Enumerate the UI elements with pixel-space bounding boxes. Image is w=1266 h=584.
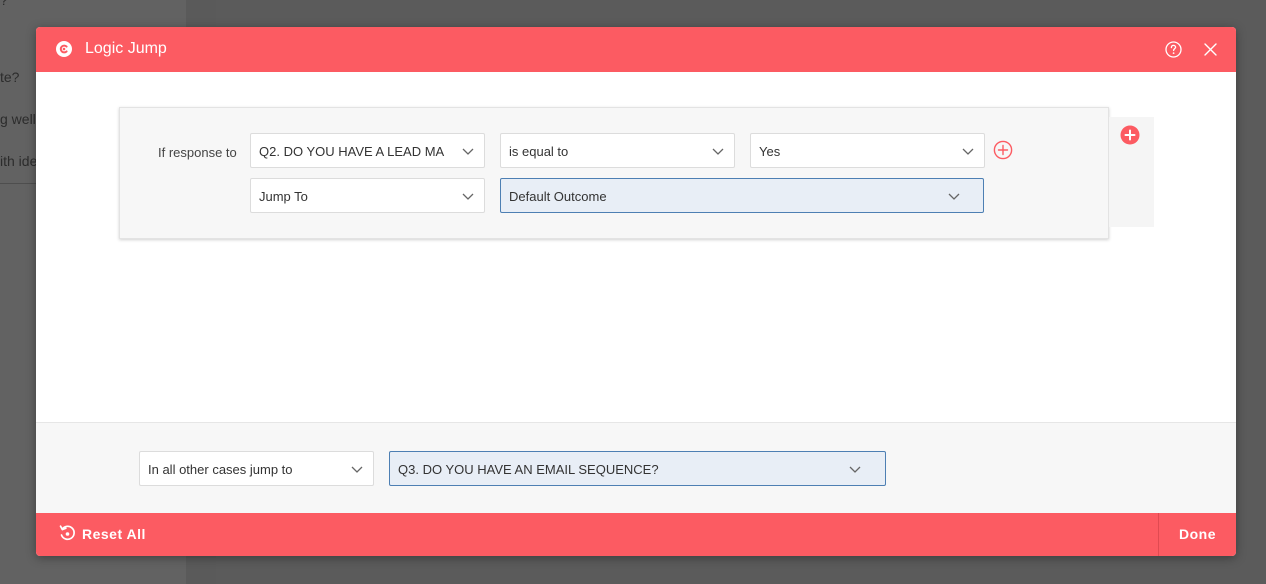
background-text: te? [0,69,19,85]
chevron-down-icon [948,191,960,201]
fallback-label-select[interactable]: In all other cases jump to [139,451,374,486]
modal-header: Logic Jump [36,27,1236,72]
logic-jump-modal: Logic Jump If response to Q2. DO YOU HAV… [36,27,1236,556]
if-response-label: If response to [158,145,237,160]
chevron-down-icon [712,146,724,156]
background-text: g well [0,111,36,127]
modal-action-bar: Reset All Done [36,513,1236,556]
value-select-value: Yes [759,144,780,159]
add-rule-icon[interactable] [1120,125,1140,145]
background-text: ith ide [0,153,37,169]
logic-rule-card: If response to Q2. DO YOU HAVE A LEAD MA… [119,107,1109,239]
question-select[interactable]: Q2. DO YOU HAVE A LEAD MA [250,133,485,168]
reset-all-button[interactable]: Reset All [36,513,216,556]
fallback-target-select[interactable]: Q3. DO YOU HAVE AN EMAIL SEQUENCE? [389,451,886,486]
action-select[interactable]: Jump To [250,178,485,213]
background-text: ? [0,0,8,8]
question-select-value: Q2. DO YOU HAVE A LEAD MA [259,144,449,159]
typeform-logo-icon [56,41,72,57]
fallback-area: In all other cases jump to Q3. DO YOU HA… [36,422,1236,513]
chevron-down-icon [849,464,861,474]
jump-target-select[interactable]: Default Outcome [500,178,984,213]
modal-title: Logic Jump [85,40,167,58]
jump-target-select-value: Default Outcome [509,189,607,204]
close-icon[interactable] [1203,42,1218,57]
fallback-label-select-value: In all other cases jump to [148,462,293,477]
done-label: Done [1179,526,1216,542]
done-button[interactable]: Done [1159,513,1236,556]
fallback-target-select-value: Q3. DO YOU HAVE AN EMAIL SEQUENCE? [398,462,659,477]
help-circle-icon[interactable] [1165,41,1182,58]
action-select-value: Jump To [259,189,308,204]
value-select[interactable]: Yes [750,133,985,168]
operator-select[interactable]: is equal to [500,133,735,168]
modal-body: If response to Q2. DO YOU HAVE A LEAD MA… [36,72,1236,422]
chevron-down-icon [962,146,974,156]
chevron-down-icon [351,464,363,474]
chevron-down-icon [462,191,474,201]
reset-icon [58,524,76,542]
chevron-down-icon [462,146,474,156]
add-condition-icon[interactable] [993,140,1013,160]
operator-select-value: is equal to [509,144,568,159]
reset-all-label: Reset All [82,526,146,542]
